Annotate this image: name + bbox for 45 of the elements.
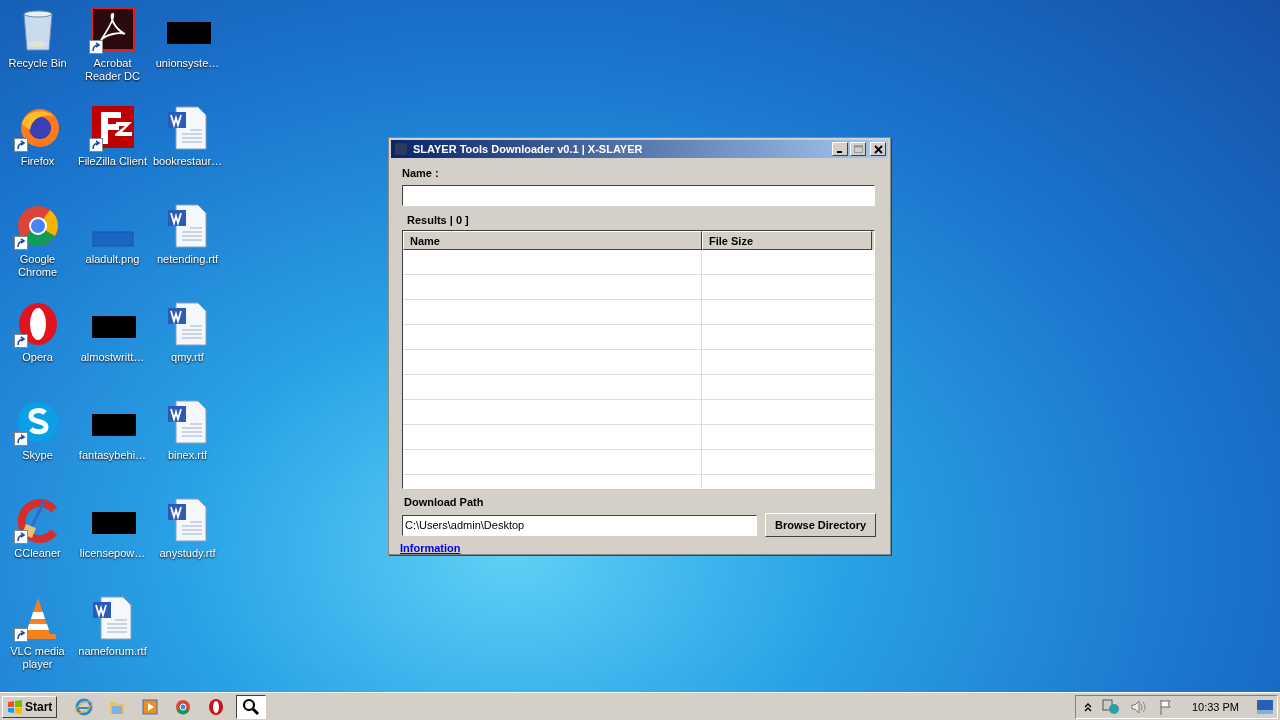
icon-label[interactable]: netending.rtf bbox=[156, 253, 219, 266]
information-link[interactable]: Information bbox=[400, 542, 461, 554]
icon-label[interactable]: qmy.rtf bbox=[171, 351, 204, 364]
app-icon bbox=[395, 143, 407, 155]
icon-label[interactable]: fantasybehi… bbox=[78, 449, 147, 462]
icon-label[interactable]: nameforum.rtf bbox=[78, 645, 147, 658]
column-header[interactable]: Name bbox=[403, 231, 702, 250]
column-header[interactable]: File Size bbox=[702, 231, 872, 250]
results-label: Results | 0 ] bbox=[407, 213, 470, 227]
window-title: SLAYER Tools Downloader v0.1 | X-SLAYER bbox=[413, 143, 644, 155]
chevron-up-icon[interactable] bbox=[1083, 701, 1092, 712]
show-desktop-icon[interactable] bbox=[1257, 699, 1273, 714]
icon-label[interactable]: Opera bbox=[22, 351, 53, 364]
icon-label[interactable]: bookrestaur… bbox=[152, 155, 223, 168]
maximize-button[interactable] bbox=[850, 142, 866, 156]
icon-label[interactable]: CCleaner bbox=[14, 547, 61, 560]
start-button[interactable]: Start bbox=[2, 695, 58, 718]
icon-label[interactable]: Skype bbox=[22, 449, 53, 462]
icon-label[interactable]: Acrobat Reader DC bbox=[75, 57, 150, 83]
maximize-icon bbox=[853, 145, 863, 153]
close-icon bbox=[873, 144, 883, 154]
flag-icon[interactable] bbox=[1157, 698, 1174, 715]
browse-directory-button[interactable]: Browse Directory bbox=[765, 513, 876, 537]
name-field[interactable] bbox=[402, 185, 875, 206]
windows-logo-icon bbox=[7, 699, 23, 714]
minimize-button[interactable] bbox=[832, 142, 848, 156]
icon-label[interactable]: Google Chrome bbox=[0, 253, 75, 279]
pdf-reader-icon[interactable] bbox=[88, 6, 137, 54]
icon-label[interactable]: VLC media player bbox=[0, 645, 75, 671]
icon-label[interactable]: binex.rtf bbox=[167, 449, 208, 462]
icon-label[interactable]: almostwritt… bbox=[80, 351, 145, 364]
download-path-field[interactable]: C:\Users\admin\Desktop bbox=[402, 514, 758, 536]
icon-label[interactable]: anystudy.rtf bbox=[159, 547, 216, 560]
download-path-label: Download Path bbox=[404, 495, 485, 509]
icon-label[interactable]: Recycle Bin bbox=[8, 57, 67, 70]
icon-label[interactable]: FileZilla Client bbox=[77, 155, 148, 168]
icon-label[interactable]: Firefox bbox=[20, 155, 55, 168]
icon-label[interactable]: aladult.png bbox=[85, 253, 140, 266]
speaker-icon[interactable] bbox=[1129, 698, 1148, 715]
name-label: Name : bbox=[402, 166, 440, 180]
search-icon[interactable] bbox=[236, 694, 267, 719]
clock[interactable]: 10:33 PM bbox=[1191, 700, 1239, 713]
icon-label[interactable]: licensepow… bbox=[79, 547, 146, 560]
close-button[interactable] bbox=[870, 142, 886, 156]
icon-label[interactable]: unionsyste… bbox=[155, 57, 220, 70]
